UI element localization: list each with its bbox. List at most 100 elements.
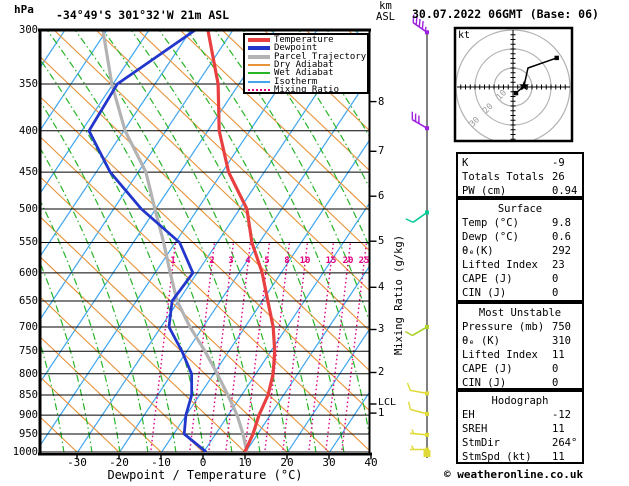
pressure-tick-label: 550 xyxy=(19,236,38,248)
altitude-axis-unit: km ASL xyxy=(376,0,395,23)
index-label: CAPE (J) xyxy=(462,273,513,285)
temperature-tick-label: 20 xyxy=(280,456,294,469)
legend-line-sample xyxy=(248,54,270,59)
index-label: PW (cm) xyxy=(462,185,507,197)
copyright-credit: © weatheronline.co.uk xyxy=(444,468,584,481)
index-label: K xyxy=(462,157,469,169)
wind-barb xyxy=(404,325,429,337)
index-row: CIN (J) 0 xyxy=(458,376,582,390)
temperature-tick-label: 30 xyxy=(322,456,336,469)
index-row: StmDir 264° xyxy=(458,436,582,450)
index-value: 0.94 xyxy=(552,185,578,197)
index-value: -12 xyxy=(552,409,571,421)
temperature-tick-label: -20 xyxy=(109,456,129,469)
hodograph-unit-label: kt xyxy=(458,30,471,41)
pressure-tick-label: 800 xyxy=(19,368,38,380)
legend-line-sample xyxy=(248,88,270,91)
index-row: K -9 xyxy=(458,156,582,170)
index-label: θₑ (K) xyxy=(462,335,500,347)
mixing-ratio-value-label: 10 xyxy=(299,256,311,266)
index-row: Dewp (°C) 0.6 xyxy=(458,230,582,244)
index-value: 310 xyxy=(552,335,571,347)
mixing-ratio-value-label: 5 xyxy=(264,256,270,266)
legend-line-sample xyxy=(248,38,270,43)
mixing-ratio-value-label: 3 xyxy=(228,256,234,266)
index-label: CAPE (J) xyxy=(462,363,513,375)
legend-line-sample xyxy=(248,80,270,83)
run-datetime: 30.07.2022 06GMT (Base: 06) xyxy=(412,7,599,21)
index-value: 264° xyxy=(552,437,578,449)
pressure-tick-label: 700 xyxy=(19,321,38,333)
mixing-ratio-value-label: 2 xyxy=(209,256,215,266)
index-row: θₑ (K) 310 xyxy=(458,334,582,348)
mixing-ratio-value-label: 4 xyxy=(245,256,251,266)
mixing-ratio-value-label: 20 xyxy=(342,256,354,266)
index-row: θₑ(K) 292 xyxy=(458,244,582,258)
parcel-trajectory-curve xyxy=(101,31,249,452)
index-row: Pressure (mb) 750 xyxy=(458,320,582,334)
index-row: PW (cm) 0.94 xyxy=(458,184,582,198)
wind-barb xyxy=(407,401,429,416)
index-label: Lifted Index xyxy=(462,349,538,361)
index-row: CAPE (J) 0 xyxy=(458,362,582,376)
index-value: -9 xyxy=(552,157,565,169)
x-axis-title: Dewpoint / Temperature (°C) xyxy=(107,468,303,482)
mixing-ratio-axis-title: Mixing Ratio (g/kg) xyxy=(393,234,405,356)
pressure-tick-label: 500 xyxy=(19,203,38,215)
pressure-tick-label: 600 xyxy=(19,267,38,279)
panel-title: Most Unstable xyxy=(478,307,562,319)
pressure-tick-label: 900 xyxy=(19,409,38,421)
indices-panel: K -9 Totals Totals 26 PW (cm) 0.94 xyxy=(456,152,584,198)
index-value: 0 xyxy=(552,273,559,285)
index-value: 11 xyxy=(552,423,565,435)
index-row: CIN (J) 0 xyxy=(458,286,582,300)
wind-barb xyxy=(405,210,429,223)
altitude-tick-label: 5 xyxy=(378,235,385,247)
index-value: 0 xyxy=(552,363,559,375)
surface-wind-marker xyxy=(423,450,431,457)
index-value: 0 xyxy=(552,287,559,299)
mixing-ratio-value-label: 8 xyxy=(284,256,290,266)
pressure-tick-label: 350 xyxy=(19,78,38,90)
panel-title: Hodograph xyxy=(491,395,549,407)
temperature-tick-label: -30 xyxy=(67,456,87,469)
index-label: Lifted Index xyxy=(462,259,538,271)
legend-entry-label: Mixing Ratio xyxy=(274,84,340,95)
legend-line-sample xyxy=(248,46,270,51)
indices-panel-hodograph: Hodograph EH -12 SREH 11 StmDir 264° StmSpd (kt… xyxy=(456,390,584,464)
altitude-tick-label: 4 xyxy=(378,281,385,293)
index-value: 11 xyxy=(552,451,565,463)
indices-panel-surface: Surface Temp (°C) 9.8 Dewp (°C) 0.6 θₑ(K) 292 L… xyxy=(456,198,584,302)
index-value: 23 xyxy=(552,259,565,271)
pressure-tick-label: 450 xyxy=(19,166,38,178)
pressure-axis-unit: hPa xyxy=(14,3,34,16)
index-label: Pressure (mb) xyxy=(462,321,545,333)
pressure-tick-label: 750 xyxy=(19,345,38,357)
skewt-sounding-screenshot: 10 20 30 hPa -34°49'S 301°32'W 21m ASL km … xyxy=(0,0,629,486)
hodograph-level-marker xyxy=(513,90,519,96)
panel-title: Surface xyxy=(497,203,543,215)
index-row: SREH 11 xyxy=(458,422,582,436)
indices-panel-most-unstable: Most Unstable Pressure (mb) 750 θₑ (K) 310 Li… xyxy=(456,302,584,390)
legend-box: Temperature Dewpoint Parcel Trajectory Dry … xyxy=(243,33,369,94)
altitude-tick-label: 6 xyxy=(378,190,385,202)
mixing-ratio-value-label: 15 xyxy=(325,256,337,266)
index-label: EH xyxy=(462,409,475,421)
pressure-tick-label: 950 xyxy=(19,428,38,440)
wind-barb xyxy=(411,111,429,131)
index-row: Lifted Index 11 xyxy=(458,348,582,362)
wind-barb xyxy=(406,382,429,396)
legend-line-sample xyxy=(248,64,270,67)
index-row: EH -12 xyxy=(458,408,582,422)
altitude-tick-label: 8 xyxy=(378,96,385,108)
index-value: 9.8 xyxy=(552,217,571,229)
mixing-ratio-value-label: 25 xyxy=(358,256,370,266)
temperature-tick-label: 10 xyxy=(238,456,252,469)
index-label: StmSpd (kt) xyxy=(462,451,532,463)
wind-barb xyxy=(410,429,429,437)
index-label: CIN (J) xyxy=(462,287,507,299)
legend-entry: Mixing Ratio xyxy=(248,84,367,95)
wind-barb-column xyxy=(404,14,431,458)
temperature-tick-label: -10 xyxy=(151,456,171,469)
index-value: 750 xyxy=(552,321,571,333)
